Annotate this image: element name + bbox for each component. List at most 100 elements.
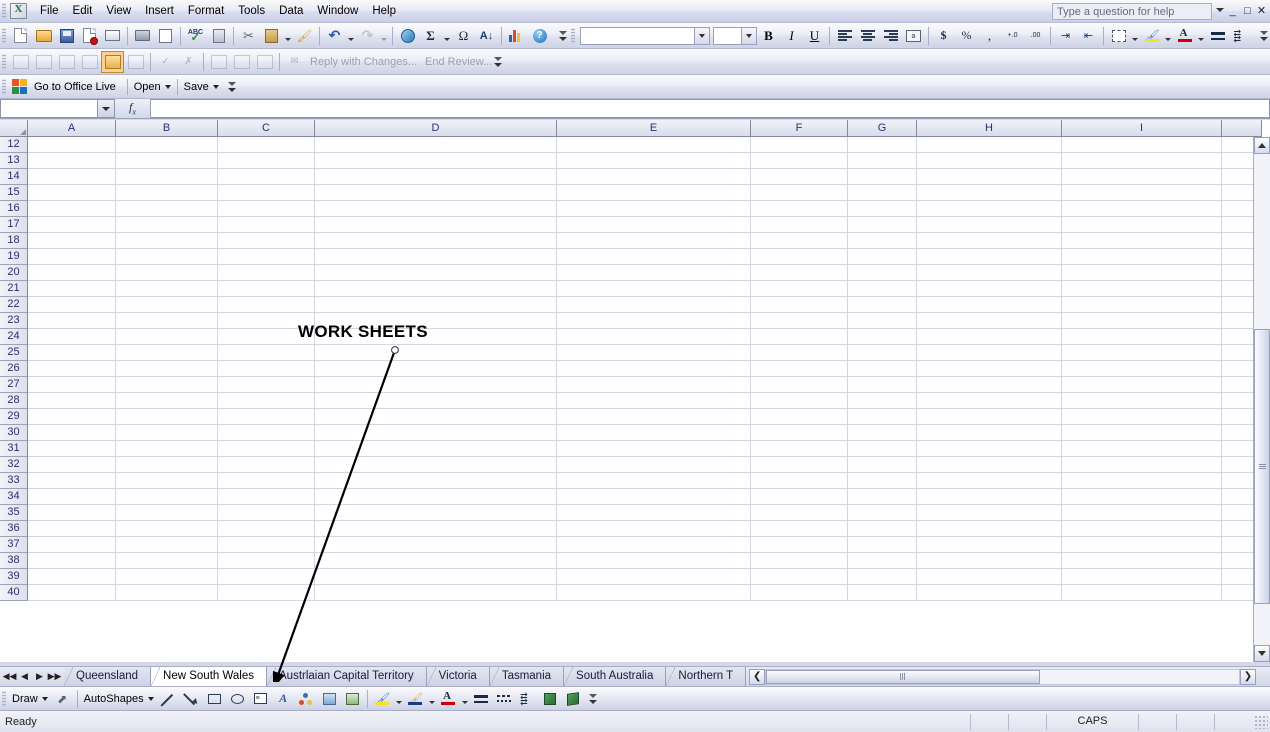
previous-comment-icon[interactable] — [32, 51, 55, 73]
cell-G15[interactable] — [848, 185, 917, 201]
cell-B27[interactable] — [116, 377, 218, 393]
row-header-38[interactable]: 38 — [0, 553, 28, 569]
cell-H13[interactable] — [917, 153, 1062, 169]
row-header-25[interactable]: 25 — [0, 345, 28, 361]
cell-I23[interactable] — [1062, 313, 1222, 329]
cell-E27[interactable] — [557, 377, 751, 393]
cell-A28[interactable] — [28, 393, 116, 409]
cell-F19[interactable] — [751, 249, 848, 265]
row-header-13[interactable]: 13 — [0, 153, 28, 169]
row-header-12[interactable]: 12 — [0, 137, 28, 153]
borders-lines-button[interactable] — [1206, 25, 1229, 47]
cell-A31[interactable] — [28, 441, 116, 457]
cell-D13[interactable] — [315, 153, 557, 169]
picture-icon[interactable] — [341, 688, 364, 710]
row-header-36[interactable]: 36 — [0, 521, 28, 537]
fill-color-dropdown-icon[interactable] — [1163, 25, 1173, 47]
row-header-16[interactable]: 16 — [0, 201, 28, 217]
next-comment-icon[interactable] — [55, 51, 78, 73]
cell-A20[interactable] — [28, 265, 116, 281]
cell-D37[interactable] — [315, 537, 557, 553]
cell-D40[interactable] — [315, 585, 557, 601]
cell-E28[interactable] — [557, 393, 751, 409]
comma-style-button[interactable]: , — [978, 25, 1001, 47]
fill-color-button[interactable]: 🖌 — [1140, 25, 1163, 47]
cell-G31[interactable] — [848, 441, 917, 457]
row-header-31[interactable]: 31 — [0, 441, 28, 457]
cell-D14[interactable] — [315, 169, 557, 185]
sheet-tab-new-south-wales[interactable]: New South Wales — [151, 667, 268, 686]
cell-A13[interactable] — [28, 153, 116, 169]
sheet-nav-next[interactable]: ▶ — [32, 669, 47, 685]
align-center-button[interactable] — [856, 25, 879, 47]
menu-item-insert[interactable]: Insert — [138, 2, 181, 21]
cell-A38[interactable] — [28, 553, 116, 569]
cell-F21[interactable] — [751, 281, 848, 297]
cell-I38[interactable] — [1062, 553, 1222, 569]
row-header-20[interactable]: 20 — [0, 265, 28, 281]
cell-E38[interactable] — [557, 553, 751, 569]
cell-F13[interactable] — [751, 153, 848, 169]
cell-H33[interactable] — [917, 473, 1062, 489]
cell-F15[interactable] — [751, 185, 848, 201]
cell-E35[interactable] — [557, 505, 751, 521]
cell-H25[interactable] — [917, 345, 1062, 361]
autoshapes-dropdown-icon[interactable] — [147, 696, 154, 701]
insert-function-button[interactable]: fx — [115, 99, 151, 118]
cell-A26[interactable] — [28, 361, 116, 377]
cell-H40[interactable] — [917, 585, 1062, 601]
cell-E15[interactable] — [557, 185, 751, 201]
cell-I14[interactable] — [1062, 169, 1222, 185]
omega-icon[interactable]: Ω — [452, 25, 475, 47]
cell-I25[interactable] — [1062, 345, 1222, 361]
cell-I17[interactable] — [1062, 217, 1222, 233]
cell-C15[interactable] — [218, 185, 315, 201]
spelling-icon[interactable]: ABC ✓ — [184, 25, 207, 47]
cell-C25[interactable] — [218, 345, 315, 361]
wordart-icon[interactable]: A — [272, 688, 295, 710]
cell-A15[interactable] — [28, 185, 116, 201]
column-header-i[interactable]: I — [1062, 120, 1222, 137]
cell-B26[interactable] — [116, 361, 218, 377]
vertical-scroll-track[interactable] — [1254, 154, 1270, 645]
cell-I40[interactable] — [1062, 585, 1222, 601]
cell-F32[interactable] — [751, 457, 848, 473]
minimize-button[interactable]: _ — [1225, 4, 1240, 19]
cell-E33[interactable] — [557, 473, 751, 489]
office-live-save-dropdown-icon[interactable] — [212, 84, 219, 89]
row-header-24[interactable]: 24 — [0, 329, 28, 345]
cell-I20[interactable] — [1062, 265, 1222, 281]
column-header-a[interactable]: A — [28, 120, 116, 137]
cell-D31[interactable] — [315, 441, 557, 457]
line-color-dropdown-icon[interactable] — [427, 688, 437, 710]
cell-F20[interactable] — [751, 265, 848, 281]
cell-D39[interactable] — [315, 569, 557, 585]
delete-comment-icon[interactable] — [124, 51, 147, 73]
cell-F25[interactable] — [751, 345, 848, 361]
rectangle-icon[interactable] — [203, 688, 226, 710]
cell-E30[interactable] — [557, 425, 751, 441]
reviewing-toolbar-overflow-icon[interactable] — [492, 50, 504, 74]
save-workbook-icon[interactable] — [230, 51, 253, 73]
menu-item-format[interactable]: Format — [181, 2, 231, 21]
cell-D16[interactable] — [315, 201, 557, 217]
cell-B18[interactable] — [116, 233, 218, 249]
cell-F12[interactable] — [751, 137, 848, 153]
cell-B36[interactable] — [116, 521, 218, 537]
cell-B17[interactable] — [116, 217, 218, 233]
horizontal-scrollbar[interactable]: ❮ ❯ — [746, 667, 1270, 686]
hyperlink-icon[interactable] — [396, 25, 419, 47]
cell-D38[interactable] — [315, 553, 557, 569]
new-comment-icon[interactable] — [9, 51, 32, 73]
save-icon[interactable] — [55, 25, 78, 47]
undo-icon[interactable]: ↶ — [323, 25, 346, 47]
cell-E23[interactable] — [557, 313, 751, 329]
fill-color-icon[interactable]: 🖌 — [371, 688, 394, 710]
cell-B22[interactable] — [116, 297, 218, 313]
bold-button[interactable]: B — [757, 25, 780, 47]
cell-F26[interactable] — [751, 361, 848, 377]
cell-G39[interactable] — [848, 569, 917, 585]
cell-I12[interactable] — [1062, 137, 1222, 153]
cell-A25[interactable] — [28, 345, 116, 361]
cell-I33[interactable] — [1062, 473, 1222, 489]
